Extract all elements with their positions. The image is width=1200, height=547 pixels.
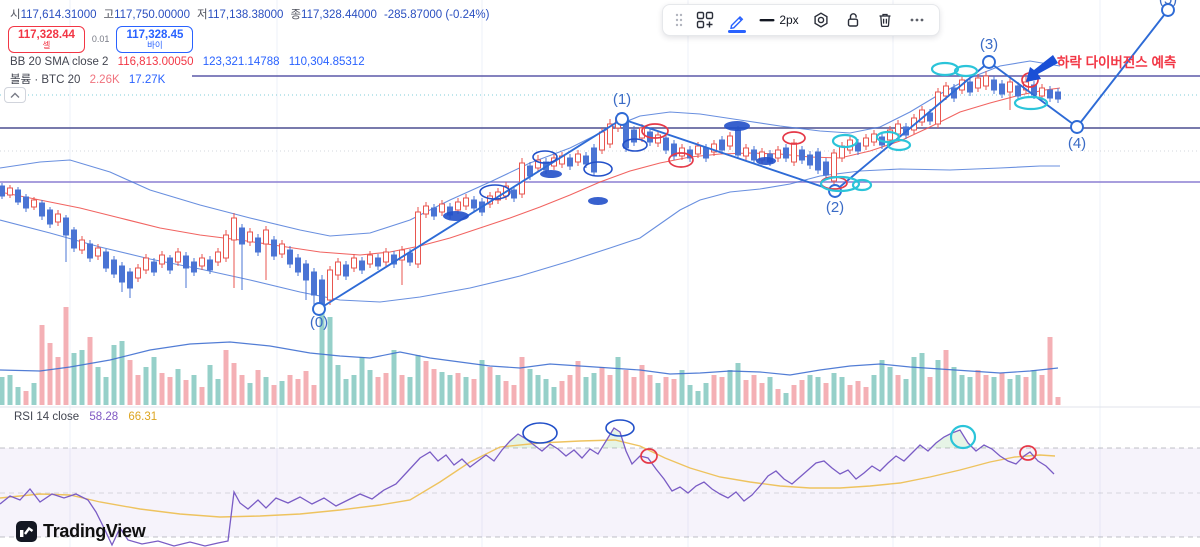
settings-button[interactable] [807,6,835,34]
rsi-indicator-row[interactable]: RSI 14 close 58.28 66.31 [14,411,157,423]
wave-label: (2) [826,199,844,216]
chevron-up-icon [10,92,20,98]
drawing-toolbar: 2px [662,4,940,36]
ohlc-row: 시117,614.31000 고117,750.00000 저117,138.380… [10,6,496,22]
line-width-icon [759,19,775,22]
ellipse-annotation [930,61,960,77]
circle-annotations[interactable] [443,61,1049,221]
wave-label: (3) [980,36,998,53]
low-value: 117,138.38000 [207,9,284,21]
ellipse-annotation [583,161,613,177]
draw-tool-button[interactable] [723,6,751,34]
legend-collapse-button[interactable] [4,87,26,103]
add-object-button[interactable] [691,6,719,34]
ellipse-annotation [1013,95,1049,111]
wave-label: (4) [1068,135,1086,152]
wave-point-marker [982,55,996,69]
line-width-button[interactable]: 2px [755,6,803,34]
ellipse-annotation [588,197,608,205]
bb-lower-band [0,165,1060,303]
close-label: 종 [290,9,302,21]
bb-value-upper: 123,321.14788 [202,55,280,68]
tradingview-logo-text: TradingView [43,521,146,541]
bb-upper-band [0,60,1061,237]
change-value: -285.87000 (-0.24%) [383,9,490,21]
delete-button[interactable] [871,6,899,34]
wave-point-marker [1070,120,1084,134]
high-value: 117,750.00000 [114,9,190,21]
pencil-icon [730,16,744,29]
active-tool-indicator [728,30,746,33]
volume-value: 2.26K [89,73,120,86]
spread-value: 0.01 [91,34,110,45]
tradingview-logo-icon [16,521,37,542]
lock-button[interactable] [839,6,867,34]
bb-value-lower: 110,304.85312 [288,55,365,68]
tradingview-chart-window: (0) (1) (2) (3) (4) (5) 하락 다이버전스 예측 시117,614.3… [0,0,1200,547]
low-label: 저 [196,9,208,21]
bb-indicator-row[interactable]: BB 20 SMA close 2 116,813.00050 123,321.… [10,56,496,68]
trash-icon [879,13,891,28]
bearish-divergence-label: 하락 다이버전스 예측 [1057,54,1176,70]
bb-value-basis: 116,813.00050 [117,55,194,68]
volume-indicator-title: 볼륨 · BTC 20 [10,73,81,86]
candles-layer [0,71,1061,311]
wave-label: (1) [613,91,631,108]
divergence-annotation[interactable]: 하락 다이버전스 예측 [1026,54,1176,82]
buy-label: 바이 [147,40,163,51]
down-arrow-annotation [1026,55,1058,82]
rsi-value: 58.28 [89,411,119,423]
volume-bars-layer [0,307,1061,405]
rsi-indicator-title: RSI 14 close [14,411,80,423]
drag-handle-icon [675,13,683,27]
order-buttons-row: 117,328.44 셀 0.01 117,328.45 바이 [8,26,496,53]
wave-point-marker [615,112,629,126]
more-options-icon [910,18,924,22]
volume-ma-value: 17.27K [128,73,166,86]
ellipse-annotation [756,157,776,165]
ellipse-annotation [522,422,558,444]
sell-button[interactable]: 117,328.44 셀 [8,26,85,53]
symbol-legend: 시117,614.31000 고117,750.00000 저117,138.380… [8,6,496,87]
wave-label: (0) [310,314,328,331]
toolbar-drag-handle[interactable] [671,6,687,34]
wave-label: (5) [1159,0,1177,8]
more-options-button[interactable] [903,6,931,34]
add-object-icon [696,11,714,29]
volume-indicator-row[interactable]: 볼륨 · BTC 20 2.26K 17.27K [10,71,496,87]
sell-label: 셀 [42,40,51,51]
unlock-icon [847,13,859,27]
open-label: 시 [10,9,21,21]
high-label: 고 [103,9,115,21]
settings-icon [814,12,828,28]
rsi-ma-value: 66.31 [128,411,158,423]
line-width-label: 2px [779,13,799,27]
ellipse-annotation [443,211,469,221]
open-value: 117,614.31000 [20,9,97,21]
tradingview-logo[interactable]: TradingView [16,521,146,542]
buy-button[interactable]: 117,328.45 바이 [116,26,194,53]
ellipse-annotation [724,121,750,131]
close-value: 117,328.44000 [301,9,377,21]
bb-indicator-title: BB 20 SMA close 2 [10,55,109,68]
ellipse-annotation [831,133,859,149]
ellipse-annotation [540,170,562,178]
